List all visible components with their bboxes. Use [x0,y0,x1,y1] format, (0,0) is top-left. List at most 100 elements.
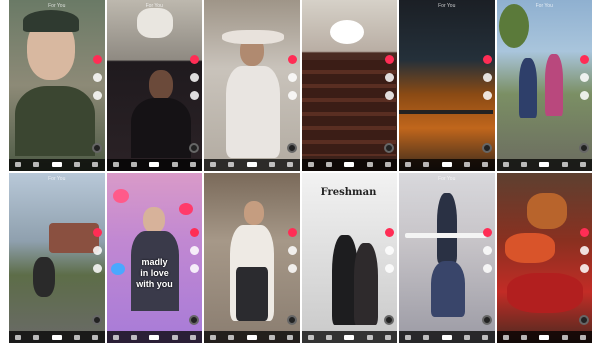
comment-icon[interactable] [92,245,102,255]
share-icon[interactable] [385,263,394,273]
inbox-icon[interactable] [366,162,373,167]
comment-icon[interactable] [385,73,394,82]
share-icon[interactable] [580,91,589,100]
add-icon[interactable] [539,162,550,167]
home-icon[interactable] [307,162,314,167]
video-tile-3[interactable] [204,0,300,171]
inbox-icon[interactable] [464,162,471,167]
comment-icon[interactable] [482,73,492,82]
add-icon[interactable] [246,162,257,167]
search-icon[interactable] [228,334,235,340]
share-icon[interactable] [580,263,589,273]
video-tile-5[interactable]: For You [399,0,495,171]
heart-icon[interactable] [190,227,199,237]
video-tile-10[interactable]: Freshman [301,172,397,343]
search-icon[interactable] [33,162,40,167]
share-icon[interactable] [482,91,492,100]
add-icon[interactable] [344,334,355,340]
home-icon[interactable] [502,334,509,340]
add-icon[interactable] [51,334,62,340]
home-icon[interactable] [405,162,412,167]
share-icon[interactable] [92,91,102,100]
music-disc-icon[interactable] [286,142,297,153]
comment-icon[interactable] [190,73,199,82]
inbox-icon[interactable] [269,334,276,340]
video-tile-6[interactable]: For You [496,0,592,171]
search-icon[interactable] [325,334,332,340]
inbox-icon[interactable] [74,162,81,167]
heart-icon[interactable] [287,55,297,64]
music-disc-icon[interactable] [91,315,102,325]
comment-icon[interactable] [385,245,394,255]
search-icon[interactable] [325,162,332,167]
profile-icon[interactable] [579,162,586,167]
profile-icon[interactable] [384,334,391,340]
heart-icon[interactable] [580,227,589,237]
inbox-icon[interactable] [464,334,471,340]
home-icon[interactable] [210,162,217,167]
share-icon[interactable] [287,91,297,100]
search-icon[interactable] [423,334,430,340]
video-tile-11[interactable]: For You [399,172,495,343]
comment-icon[interactable] [287,245,297,255]
music-disc-icon[interactable] [189,142,199,153]
comment-icon[interactable] [580,245,589,255]
profile-icon[interactable] [482,162,489,167]
home-icon[interactable] [112,162,119,167]
heart-icon[interactable] [287,227,297,237]
profile-icon[interactable] [189,334,196,340]
inbox-icon[interactable] [171,334,178,340]
add-icon[interactable] [441,334,452,340]
music-disc-icon[interactable] [579,315,589,325]
music-disc-icon[interactable] [286,315,297,325]
heart-icon[interactable] [385,227,394,237]
comment-icon[interactable] [482,245,492,255]
search-icon[interactable] [423,162,430,167]
profile-icon[interactable] [287,162,294,167]
comment-icon[interactable] [92,73,102,82]
add-icon[interactable] [51,162,62,167]
search-icon[interactable] [520,162,527,167]
add-icon[interactable] [344,162,355,167]
video-tile-4[interactable] [301,0,397,171]
add-icon[interactable] [441,162,452,167]
search-icon[interactable] [130,162,137,167]
video-tile-9[interactable] [204,172,300,343]
profile-icon[interactable] [189,162,196,167]
heart-icon[interactable] [580,55,589,64]
share-icon[interactable] [385,91,394,100]
inbox-icon[interactable] [74,334,81,340]
home-icon[interactable] [210,334,217,340]
heart-icon[interactable] [385,55,394,64]
profile-icon[interactable] [384,162,391,167]
profile-icon[interactable] [92,334,99,340]
inbox-icon[interactable] [561,334,568,340]
heart-icon[interactable] [190,55,199,64]
share-icon[interactable] [482,263,492,273]
video-tile-8[interactable]: madly in love with you [106,172,202,343]
home-icon[interactable] [307,334,314,340]
video-tile-2[interactable]: For You [106,0,202,171]
share-icon[interactable] [287,263,297,273]
comment-icon[interactable] [287,73,297,82]
add-icon[interactable] [539,334,550,340]
profile-icon[interactable] [482,334,489,340]
profile-icon[interactable] [92,162,99,167]
share-icon[interactable] [190,263,199,273]
comment-icon[interactable] [580,73,589,82]
music-disc-icon[interactable] [481,315,492,325]
video-tile-1[interactable]: For You [9,0,105,171]
home-icon[interactable] [15,334,22,340]
video-tile-12[interactable] [496,172,592,343]
add-icon[interactable] [246,334,257,340]
inbox-icon[interactable] [269,162,276,167]
add-icon[interactable] [149,162,160,167]
add-icon[interactable] [149,334,160,340]
heart-icon[interactable] [92,55,102,64]
share-icon[interactable] [190,91,199,100]
inbox-icon[interactable] [561,162,568,167]
video-tile-7[interactable]: For You [9,172,105,343]
inbox-icon[interactable] [366,334,373,340]
music-disc-icon[interactable] [384,142,394,153]
heart-icon[interactable] [482,55,492,64]
